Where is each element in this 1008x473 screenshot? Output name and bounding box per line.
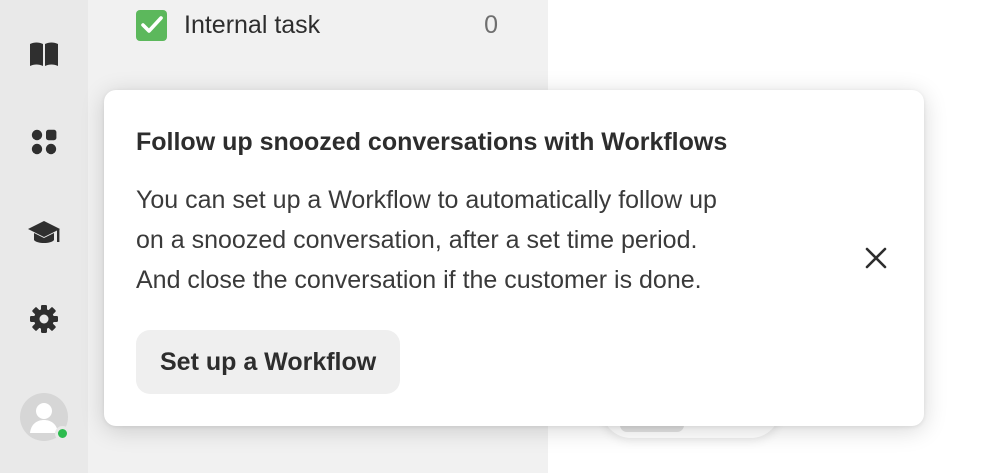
avatar[interactable] <box>20 393 70 441</box>
popover-body-line: You can set up a Workflow to automatical… <box>136 186 717 214</box>
popover-body-line: on a snoozed conversation, after a set t… <box>136 226 698 254</box>
icon-rail <box>0 0 88 473</box>
task-label: Internal task <box>184 10 321 39</box>
popover-body: You can set up a Workflow to automatical… <box>136 180 836 300</box>
list-item-internal-task[interactable]: Internal task 0 <box>136 8 506 42</box>
gear-icon[interactable] <box>22 297 66 341</box>
popover-body-line: And close the conversation if the custom… <box>136 266 702 294</box>
popover-title: Follow up snoozed conversations with Wor… <box>136 128 728 156</box>
set-up-workflow-button[interactable]: Set up a Workflow <box>136 330 401 394</box>
task-count: 0 <box>484 10 498 39</box>
online-status-dot <box>55 426 70 441</box>
graduation-cap-icon[interactable] <box>22 211 66 255</box>
apps-grid-icon[interactable] <box>22 120 66 164</box>
workflow-tip-popover: Follow up snoozed conversations with Wor… <box>104 90 924 426</box>
app-root: Internal task 0 Follow up snoozed conver… <box>0 0 1008 473</box>
checkbox-checked-icon[interactable] <box>136 9 167 41</box>
book-icon[interactable] <box>22 32 66 76</box>
close-icon[interactable] <box>858 240 894 276</box>
